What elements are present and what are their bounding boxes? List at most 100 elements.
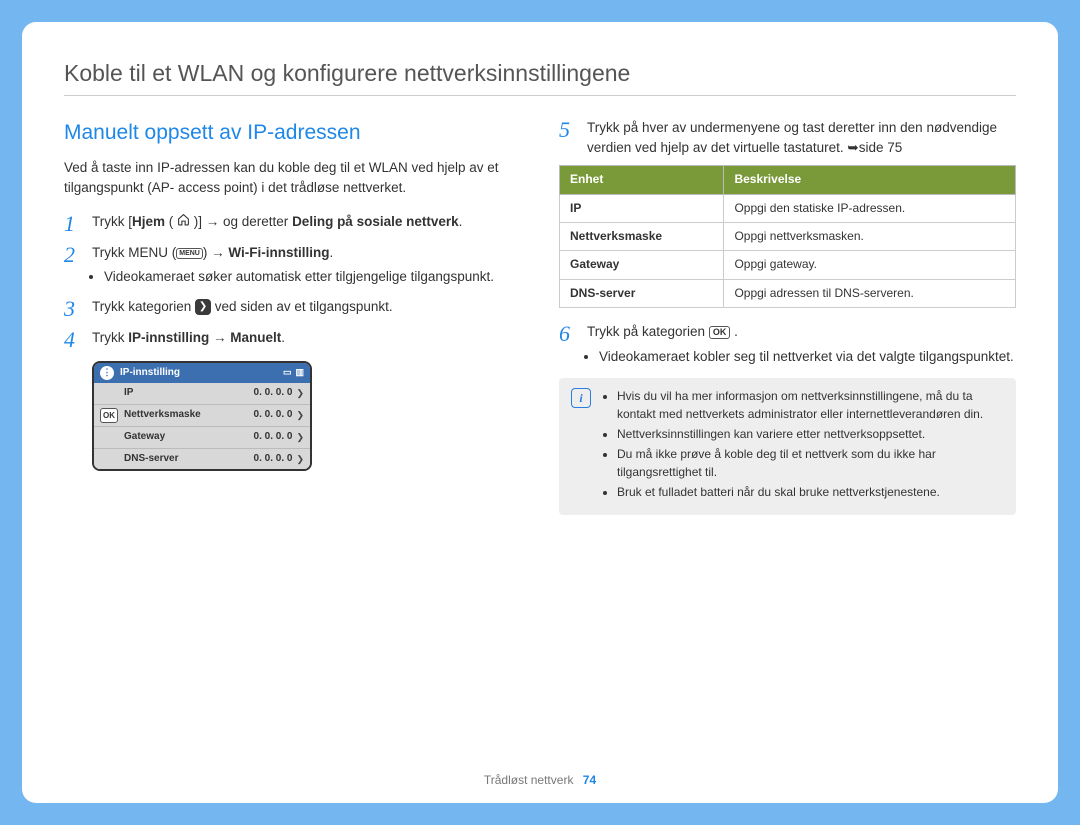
cell-desc: Oppgi adressen til DNS-serveren. (724, 279, 1016, 307)
intro-text: Ved å taste inn IP-adressen kan du koble… (64, 158, 521, 197)
cell-unit: IP (560, 194, 724, 222)
label-wifi: Wi-Fi-innstilling (228, 245, 329, 260)
text: )] → og deretter (190, 214, 292, 229)
text: ) → (203, 245, 229, 260)
step-number: 5 (559, 118, 577, 157)
row-value: 0. 0. 0. 0 (254, 452, 293, 467)
step-sublist: Videokameraet kobler seg til nettverket … (587, 347, 1016, 367)
text: ved siden av et tilgangspunkt. (211, 299, 393, 314)
step-body: Trykk MENU (MENU) → Wi-Fi-innstilling. V… (92, 243, 521, 289)
step-body: Trykk kategorien ❯ ved siden av et tilga… (92, 297, 521, 320)
home-icon (177, 212, 190, 232)
document-title: Koble til et WLAN og konfigurere nettver… (64, 60, 1016, 96)
wifi-icon: ⋮ (100, 366, 114, 380)
menu-button-icon: MENU (176, 248, 203, 259)
note-list: Hvis du vil ha mer informasjon om nettve… (603, 388, 1004, 504)
table-row: IP Oppgi den statiske IP-adressen. (560, 194, 1016, 222)
cell-desc: Oppgi nettverksmasken. (724, 222, 1016, 250)
cell-desc: Oppgi gateway. (724, 251, 1016, 279)
text: ( (165, 214, 177, 229)
table-header-row: Enhet Beskrivelse (560, 166, 1016, 194)
text: Trykk på hver av undermenyene og tast de… (587, 120, 997, 155)
row-label: Gateway (124, 430, 254, 445)
info-icon: i (571, 388, 591, 408)
step-sublist: Videokameraet søker automatisk etter til… (92, 267, 521, 287)
col-header-unit: Enhet (560, 166, 724, 194)
step-body: Trykk på hver av undermenyene og tast de… (587, 118, 1016, 157)
sd-icon: ▭ (283, 366, 292, 379)
device-body: IP 0. 0. 0. 0 ❯ OK Nettverksmaske 0. 0. … (94, 383, 310, 469)
device-header: ⋮ IP-innstilling ▭ ▥ (94, 363, 310, 384)
battery-icon: ▥ (295, 366, 304, 379)
footer-section: Trådløst nettverk (484, 773, 574, 787)
row-label: DNS-server (124, 452, 254, 467)
device-row: OK Nettverksmaske 0. 0. 0. 0 ❯ (94, 404, 310, 427)
right-column: 5 Trykk på hver av undermenyene og tast … (559, 118, 1016, 515)
text: Trykk [ (92, 214, 132, 229)
device-title: IP-innstilling (120, 366, 180, 381)
chevron-right-icon: ❯ (296, 453, 304, 466)
text: Trykk på kategorien (587, 324, 709, 339)
note-item: Bruk et fulladet batteri når du skal bru… (617, 484, 1004, 501)
chevron-right-icon: ❯ (296, 431, 304, 444)
chevron-right-icon: ❯ (296, 387, 304, 400)
cell-unit: Gateway (560, 251, 724, 279)
cell-unit: DNS-server (560, 279, 724, 307)
label-deling: Deling på sosiale nettverk (292, 214, 459, 229)
row-value: 0. 0. 0. 0 (254, 386, 293, 401)
section-title: Manuelt oppsett av IP-adressen (64, 118, 521, 148)
ok-badge: OK (100, 408, 118, 424)
step-number: 1 (64, 212, 82, 235)
step-2: 2 Trykk MENU (MENU) → Wi-Fi-innstilling.… (64, 243, 521, 289)
page-number: 74 (583, 773, 596, 787)
col-header-desc: Beskrivelse (724, 166, 1016, 194)
step-6: 6 Trykk på kategorien OK . Videokameraet… (559, 322, 1016, 368)
row-value: 0. 0. 0. 0 (254, 430, 293, 445)
step-3: 3 Trykk kategorien ❯ ved siden av et til… (64, 297, 521, 320)
note-item: Du må ikke prøve å koble deg til et nett… (617, 446, 1004, 481)
step-body: Trykk på kategorien OK . Videokameraet k… (587, 322, 1016, 368)
text: . (329, 245, 333, 260)
row-label: Nettverksmaske (124, 408, 254, 423)
note-box: i Hvis du vil ha mer informasjon om nett… (559, 378, 1016, 514)
step-4: 4 Trykk IP-innstilling → Manuelt. (64, 328, 521, 351)
device-row: Gateway 0. 0. 0. 0 ❯ (94, 426, 310, 448)
text: . (281, 330, 285, 345)
device-row: IP 0. 0. 0. 0 ❯ (94, 383, 310, 404)
settings-table: Enhet Beskrivelse IP Oppgi den statiske … (559, 165, 1016, 308)
row-label: IP (124, 386, 254, 401)
row-value: 0. 0. 0. 0 (254, 408, 293, 423)
content-columns: Manuelt oppsett av IP-adressen Ved å tas… (64, 118, 1016, 515)
step-body: Trykk [Hjem ( )] → og deretter Deling på… (92, 212, 521, 235)
cell-desc: Oppgi den statiske IP-adressen. (724, 194, 1016, 222)
label-manuelt: Manuelt (230, 330, 281, 345)
table-row: Gateway Oppgi gateway. (560, 251, 1016, 279)
note-item: Nettverksinnstillingen kan variere etter… (617, 426, 1004, 443)
step-number: 3 (64, 297, 82, 320)
step-number: 6 (559, 322, 577, 368)
device-screenshot: ⋮ IP-innstilling ▭ ▥ IP 0. 0. 0. 0 ❯ (92, 361, 312, 472)
cell-unit: Nettverksmaske (560, 222, 724, 250)
status-icons: ▭ ▥ (283, 366, 304, 379)
table-row: Nettverksmaske Oppgi nettverksmasken. (560, 222, 1016, 250)
chevron-right-icon: ❯ (195, 299, 211, 315)
label-hjem: Hjem (132, 214, 165, 229)
step-5: 5 Trykk på hver av undermenyene og tast … (559, 118, 1016, 157)
text: . (459, 214, 463, 229)
text: → (209, 330, 230, 345)
step-1: 1 Trykk [Hjem ( )] → og deretter Deling … (64, 212, 521, 235)
left-column: Manuelt oppsett av IP-adressen Ved å tas… (64, 118, 521, 515)
manual-page: Koble til et WLAN og konfigurere nettver… (22, 22, 1058, 803)
page-footer: Trådløst nettverk 74 (22, 773, 1058, 787)
bullet: Videokameraet søker automatisk etter til… (104, 267, 521, 287)
note-item: Hvis du vil ha mer informasjon om nettve… (617, 388, 1004, 423)
device-row: DNS-server 0. 0. 0. 0 ❯ (94, 448, 310, 470)
text: Trykk MENU ( (92, 245, 176, 260)
table-row: DNS-server Oppgi adressen til DNS-server… (560, 279, 1016, 307)
label-ip: IP-innstilling (128, 330, 209, 345)
ok-button-icon: OK (709, 326, 731, 339)
step-number: 4 (64, 328, 82, 351)
step-body: Trykk IP-innstilling → Manuelt. (92, 328, 521, 351)
chevron-right-icon: ❯ (296, 409, 304, 422)
step-number: 2 (64, 243, 82, 289)
